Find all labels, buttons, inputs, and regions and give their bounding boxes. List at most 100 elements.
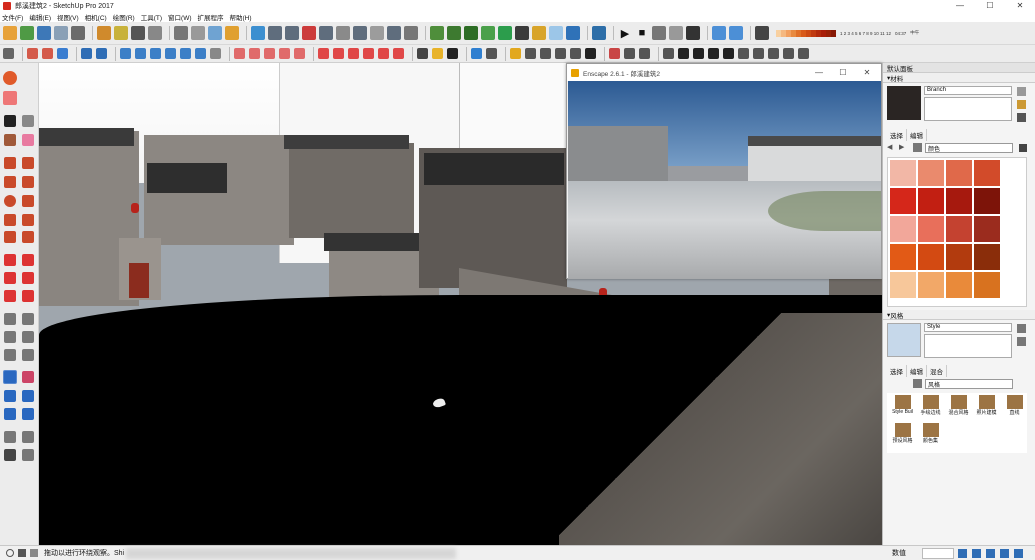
measurements-input[interactable] [922, 547, 954, 559]
key-icon[interactable] [532, 26, 546, 40]
tape-measure-icon[interactable] [4, 313, 16, 325]
tool-a-icon[interactable] [318, 48, 329, 59]
zoom-extents-tool-icon[interactable] [4, 408, 16, 420]
look-around-icon[interactable] [22, 431, 34, 443]
shuffle-icon[interactable] [165, 48, 176, 59]
3d-text-icon[interactable] [22, 349, 34, 361]
building-icon[interactable] [42, 48, 53, 59]
material-swatch[interactable] [918, 244, 944, 270]
previous-view-icon[interactable] [22, 408, 34, 420]
transfer-icon[interactable] [624, 48, 635, 59]
bounds-icon[interactable] [180, 48, 191, 59]
enscape-close-button[interactable]: ✕ [855, 64, 879, 81]
forward-arrow-icon[interactable]: ▶ [899, 143, 907, 151]
menu-camera[interactable]: 相机(C) [85, 12, 107, 22]
style-thumb[interactable]: 直线 [1001, 395, 1028, 420]
tool-d-icon[interactable] [363, 48, 374, 59]
camera-icon[interactable] [131, 26, 145, 40]
style-library-select[interactable]: 风格 [925, 379, 1013, 389]
frame-icon[interactable] [353, 26, 367, 40]
sound-icon[interactable] [148, 26, 162, 40]
freehand-icon[interactable] [22, 157, 34, 169]
rectangle-icon[interactable] [4, 176, 16, 188]
open-file-icon[interactable] [37, 26, 51, 40]
home-icon[interactable] [549, 26, 563, 40]
plant-icon[interactable] [464, 26, 478, 40]
cog-icon[interactable] [663, 48, 674, 59]
menu-extensions[interactable]: 扩展程序 [198, 12, 224, 22]
tool-e-icon[interactable] [378, 48, 389, 59]
material-swatch[interactable] [890, 160, 916, 186]
material-swatch[interactable] [890, 272, 916, 298]
list-icon[interactable] [417, 48, 428, 59]
play-icon[interactable]: ▶ [618, 26, 632, 40]
image-icon[interactable] [302, 26, 316, 40]
styles-tab-select[interactable]: 选择 [887, 365, 907, 377]
material-swatch[interactable] [946, 244, 972, 270]
tree-icon[interactable] [430, 26, 444, 40]
protractor-icon[interactable] [4, 331, 16, 343]
sample-paint-icon[interactable] [1017, 113, 1026, 122]
bin-icon[interactable] [609, 48, 620, 59]
maximize-button[interactable]: ☐ [975, 0, 1005, 11]
table-view-icon[interactable] [678, 48, 689, 59]
sun-time-bar[interactable] [776, 29, 836, 37]
section-icon[interactable] [336, 26, 350, 40]
create-style-icon[interactable] [1017, 324, 1026, 333]
sun-icon[interactable] [540, 48, 551, 59]
circle-icon[interactable] [4, 195, 16, 207]
material-description[interactable] [924, 97, 1012, 121]
close-button[interactable]: ✕ [1005, 0, 1035, 11]
styles-tab-mix[interactable]: 混合 [927, 365, 947, 377]
link-icon[interactable] [486, 48, 497, 59]
align-icon[interactable] [195, 48, 206, 59]
styles-tab-edit[interactable]: 编辑 [907, 365, 927, 377]
trash-icon[interactable] [150, 48, 161, 59]
shape-5-icon[interactable] [294, 48, 305, 59]
material-swatch[interactable] [890, 188, 916, 214]
zoom-window-icon[interactable] [22, 390, 34, 402]
qr-icon[interactable] [585, 48, 596, 59]
gear-icon[interactable] [686, 26, 700, 40]
materials-tab-edit[interactable]: 编辑 [907, 129, 927, 141]
select-icon[interactable] [4, 115, 16, 127]
credits-icon[interactable] [30, 549, 38, 557]
move-icon[interactable] [4, 254, 16, 266]
style-description[interactable] [924, 334, 1012, 358]
group-icon[interactable] [783, 48, 794, 59]
brush-icon[interactable] [738, 48, 749, 59]
zoom-icon[interactable] [4, 390, 16, 402]
hexagon-outline-icon[interactable] [525, 48, 536, 59]
style-thumb[interactable]: 混合风格 [945, 395, 972, 420]
adjust-icon[interactable] [174, 26, 188, 40]
menu-help[interactable]: 帮助(H) [230, 12, 252, 22]
house-icon[interactable] [27, 48, 38, 59]
house-outline-icon[interactable] [768, 48, 779, 59]
minimize-button[interactable]: — [945, 0, 975, 11]
enscape-minimize-button[interactable]: — [807, 64, 831, 81]
menu-lines-icon[interactable] [3, 48, 14, 59]
print-icon[interactable] [71, 26, 85, 40]
two-point-arc-icon[interactable] [22, 214, 34, 226]
offset-icon[interactable] [22, 290, 34, 302]
export-icon[interactable] [251, 26, 265, 40]
magnet-icon[interactable] [57, 48, 68, 59]
save-icon[interactable] [54, 26, 68, 40]
info-status-icon[interactable] [6, 549, 14, 557]
eraser-icon[interactable] [755, 26, 769, 40]
material-swatch[interactable] [918, 216, 944, 242]
text-icon[interactable] [22, 331, 34, 343]
hexagon-icon[interactable] [510, 48, 521, 59]
enscape-render-view[interactable] [568, 81, 881, 279]
material-swatch[interactable] [974, 244, 1000, 270]
material-swatch[interactable] [890, 244, 916, 270]
rotate-tool-icon[interactable] [4, 272, 16, 284]
cube-icon[interactable] [481, 26, 495, 40]
shape-3-icon[interactable] [264, 48, 275, 59]
material-swatch[interactable] [890, 216, 916, 242]
tray-icon-2[interactable] [972, 548, 981, 558]
box-icon[interactable] [471, 48, 482, 59]
checkbox-icon[interactable] [693, 48, 704, 59]
tray-icon-3[interactable] [986, 548, 995, 558]
delete-key-icon[interactable] [570, 48, 581, 59]
